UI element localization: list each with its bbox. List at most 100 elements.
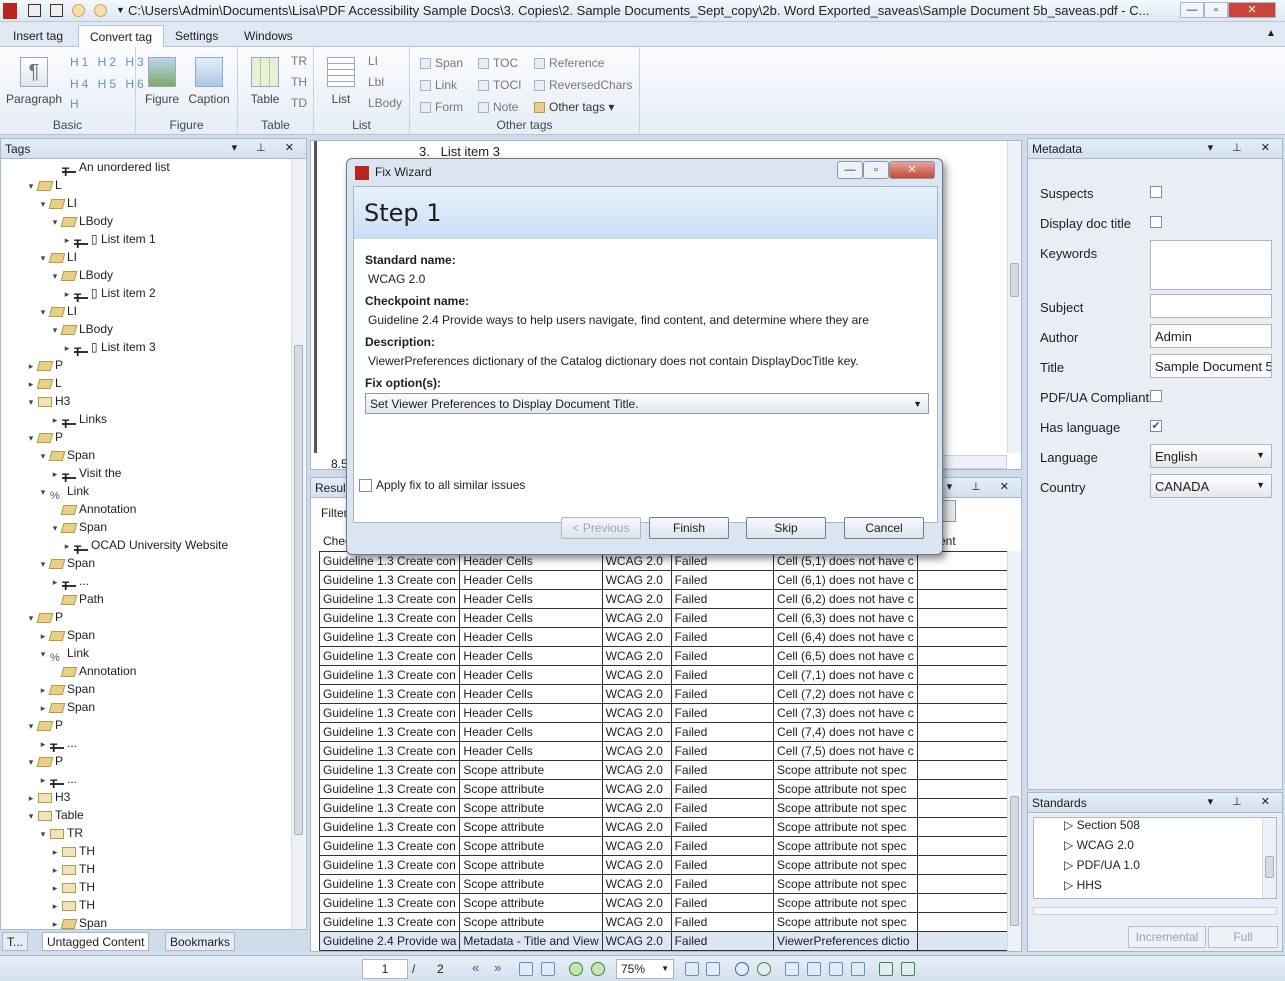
tag-tree-node[interactable]: ▾ P	[25, 608, 63, 626]
tag-tree-node[interactable]: ▸ L	[25, 374, 62, 392]
collapse-icon[interactable]: ▾	[49, 321, 61, 339]
heading-icon[interactable]: H	[70, 97, 79, 111]
table-row[interactable]: Guideline 1.3 Create con Scope attribute W…	[318, 836, 1022, 856]
caption-button[interactable]: Caption	[186, 57, 232, 106]
view-mode-3-icon[interactable]	[829, 962, 843, 976]
tab-tags[interactable]: T...	[2, 932, 29, 951]
expand-icon[interactable]: ▸	[49, 573, 61, 591]
results-panel-controls[interactable]: ▾ ⊥ ✕	[947, 480, 1017, 493]
collapse-icon[interactable]: ▾	[25, 807, 37, 825]
collapse-icon[interactable]: ▾	[25, 429, 37, 447]
standards-scrollbar[interactable]	[1262, 818, 1276, 898]
two-page-icon[interactable]	[706, 962, 720, 976]
results-scroll-thumb[interactable]	[1010, 796, 1019, 926]
li-button[interactable]: LI	[368, 54, 378, 68]
collapse-icon[interactable]: ▾	[37, 645, 49, 663]
tag-tree-node[interactable]: ▾ P	[25, 752, 63, 770]
standards-panel-controls[interactable]: ▾ ⊥ ✕	[1208, 795, 1278, 808]
expand-icon[interactable]: ▸	[25, 375, 37, 393]
tag-tree-node[interactable]: ▸ P	[25, 356, 63, 374]
expand-icon[interactable]: ▸	[49, 915, 61, 933]
standard-pdfua[interactable]: ▷ PDF/UA 1.0	[1064, 858, 1140, 872]
tag-tree-node[interactable]: Annotation	[49, 500, 136, 518]
finish-button[interactable]: Finish	[649, 517, 729, 539]
tag-tree-node[interactable]: ▾ P	[25, 716, 63, 734]
doc-scroll-thumb[interactable]	[1010, 263, 1019, 297]
span-button[interactable]: Span	[420, 56, 463, 70]
table-row[interactable]: Guideline 1.3 Create con Scope attribute W…	[318, 798, 1022, 818]
tag-tree-node[interactable]: ▸ T...	[49, 572, 89, 593]
tag-tree-node[interactable]: ▸ T...	[37, 770, 77, 791]
collapse-icon[interactable]: ▾	[37, 249, 49, 267]
table-row[interactable]: Guideline 1.3 Create con Header Cells WCAG…	[318, 722, 1022, 742]
expand-icon[interactable]: ▸	[61, 537, 73, 555]
tag-tree-node[interactable]: ▾ LI	[37, 248, 77, 266]
tag-tree-node[interactable]: ▸ TH	[49, 878, 95, 896]
suspects-checkbox[interactable]	[1150, 186, 1162, 198]
tag-tree-node[interactable]: ▾ P	[25, 428, 63, 446]
next-page-icon[interactable]: »	[494, 960, 501, 975]
rotate-right-icon[interactable]	[757, 962, 771, 976]
tag-tree-node[interactable]: ▾ LBody	[49, 320, 113, 338]
toc-button[interactable]: TOC	[478, 56, 518, 70]
table-row[interactable]: Guideline 1.3 Create con Header Cells WCAG…	[318, 665, 1022, 685]
collapse-icon[interactable]: ▾	[49, 213, 61, 231]
skip-button[interactable]: Skip	[746, 517, 826, 539]
expand-icon[interactable]: ▸	[49, 861, 61, 879]
lbl-button[interactable]: Lbl	[368, 75, 384, 89]
table-row[interactable]: Guideline 1.3 Create con Scope attribute W…	[318, 855, 1022, 875]
tag-tree-node[interactable]: T An unordered list	[49, 158, 170, 179]
reference-button[interactable]: Reference	[534, 56, 604, 70]
previous-button[interactable]: < Previous	[561, 517, 641, 539]
minimize-button[interactable]: —	[1180, 2, 1204, 18]
results-scrollbar[interactable]	[1007, 551, 1021, 951]
rotate-left-icon[interactable]	[735, 962, 749, 976]
tag-tree-node[interactable]: ▸ T OCAD University Website	[61, 536, 228, 557]
tag-tree-node[interactable]: ▸ T ▯ List item 1	[61, 230, 156, 251]
layout-2-icon[interactable]	[901, 962, 915, 976]
lbody-button[interactable]: LBody	[368, 96, 402, 110]
tag-tree-node[interactable]: ▸ Span	[37, 698, 95, 716]
tab-settings[interactable]: Settings	[164, 25, 229, 47]
collapse-icon[interactable]: ▾	[49, 519, 61, 537]
table-row[interactable]: Guideline 1.3 Create con Header Cells WCAG…	[318, 570, 1022, 590]
zoom-out-icon[interactable]	[591, 962, 605, 976]
has-language-checkbox[interactable]: ✔	[1150, 420, 1162, 432]
tag-tree-node[interactable]: ▾ Span	[37, 554, 95, 572]
link-button[interactable]: Link	[420, 78, 457, 92]
tag-tree-node[interactable]: ▾ H3	[25, 392, 71, 410]
apply-all-checkbox[interactable]	[359, 479, 372, 492]
collapse-icon[interactable]: ▾	[37, 825, 49, 843]
standard-section-508[interactable]: ▷ Section 508	[1064, 818, 1140, 832]
other-tags-dropdown[interactable]: Other tags ▾	[534, 100, 614, 114]
tag-tree-node[interactable]: ▾ Table	[25, 806, 84, 824]
tag-tree-node[interactable]: ▸ TH	[49, 896, 95, 914]
dialog-close-button[interactable]: ✕	[889, 161, 935, 179]
panel-controls[interactable]: ▾ ⊥ ✕	[232, 141, 302, 154]
td-button[interactable]: TD	[291, 96, 307, 110]
tab-windows[interactable]: Windows	[233, 25, 304, 47]
zoom-in-icon[interactable]	[569, 962, 583, 976]
filter-field[interactable]	[941, 500, 956, 522]
form-button[interactable]: Form	[420, 100, 463, 114]
dialog-minimize-button[interactable]: —	[837, 161, 863, 179]
document-scrollbar[interactable]	[1007, 141, 1021, 453]
tag-tree-node[interactable]: ▾% Link	[37, 644, 89, 664]
table-row[interactable]: Guideline 1.3 Create con Scope attribute W…	[318, 893, 1022, 913]
filter-label[interactable]: Filter	[321, 506, 348, 520]
tag-tree-node[interactable]: ▾ TR	[37, 824, 83, 842]
tag-tree-node[interactable]: ▸ Span	[49, 914, 107, 932]
expand-icon[interactable]: ▸	[61, 231, 73, 249]
view-mode-4-icon[interactable]	[851, 962, 865, 976]
page-number-input[interactable]: 1	[362, 959, 408, 979]
expand-icon[interactable]: ▸	[49, 411, 61, 429]
table-row[interactable]: Guideline 2.4 Provide wa Metadata - Title…	[318, 931, 1022, 951]
maximize-button[interactable]: ▫	[1204, 2, 1228, 18]
tag-tree-node[interactable]: ▸ TH	[49, 860, 95, 878]
expand-icon[interactable]: ▸	[49, 465, 61, 483]
tag-tree-node[interactable]: ▾ LBody	[49, 212, 113, 230]
collapse-icon[interactable]: ▾	[37, 555, 49, 573]
tag-tree-node[interactable]: ▸ T Links	[49, 410, 107, 431]
tag-tree-node[interactable]: ▸ H3	[25, 788, 71, 806]
table-row[interactable]: Guideline 1.3 Create con Header Cells WCAG…	[318, 703, 1022, 723]
